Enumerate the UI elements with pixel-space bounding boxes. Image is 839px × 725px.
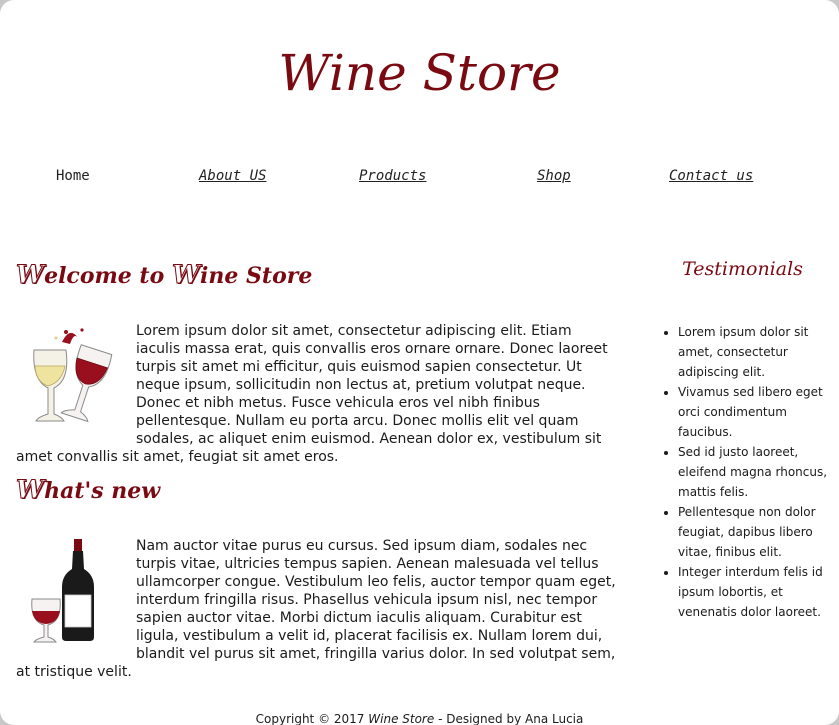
whats-new-heading: What's new: [15, 475, 161, 505]
wine-bottle-icon: [31, 539, 94, 643]
site-title: Wine Store: [278, 44, 561, 102]
nav-about-link[interactable]: About US: [199, 168, 266, 184]
testimonial-item: Vivamus sed libero eget orci condimentum…: [678, 382, 839, 442]
main-nav: Home About US Products Shop Contact us: [0, 168, 839, 192]
testimonial-item: Pellentesque non dolor feugiat, dapibus …: [678, 502, 839, 562]
whats-new-heading-rest: hat's new: [44, 478, 161, 504]
whats-new-heading-cap: W: [15, 475, 45, 505]
welcome-heading-end: ine Store: [200, 263, 313, 289]
nav-home-link[interactable]: Home: [56, 168, 90, 184]
welcome-section: Lorem ipsum dolor sit amet, consectetur …: [16, 322, 616, 466]
footer: Copyright © 2017 Wine Store - Designed b…: [0, 712, 839, 725]
nav-products-link[interactable]: Products: [359, 168, 426, 184]
wine-glasses-icon: [33, 328, 113, 423]
welcome-heading-cap-2: W: [171, 260, 201, 290]
welcome-heading-mid: elcome to: [44, 263, 172, 289]
testimonial-item: Lorem ipsum dolor sit amet, consectetur …: [678, 322, 839, 382]
testimonial-item: Sed id justo laoreet, eleifend magna rho…: [678, 442, 839, 502]
footer-designer: - Designed by Ana Lucia: [438, 712, 584, 725]
testimonials-title: Testimonials: [682, 258, 803, 280]
page: Wine Store Home About US Products Shop C…: [0, 0, 839, 725]
testimonials-list: Lorem ipsum dolor sit amet, consectetur …: [650, 322, 839, 622]
welcome-heading-cap-1: W: [15, 260, 45, 290]
whats-new-section: Nam auctor vitae purus eu cursus. Sed ip…: [16, 537, 616, 681]
welcome-heading: Welcome to Wine Store: [15, 260, 313, 290]
nav-shop-link[interactable]: Shop: [537, 168, 571, 184]
footer-copyright: Copyright © 2017: [255, 712, 365, 725]
testimonials-sidebar: Testimonials Lorem ipsum dolor sit amet,…: [650, 258, 839, 622]
nav-contact-link[interactable]: Contact us: [669, 168, 753, 184]
footer-brand: Wine Store: [368, 712, 435, 725]
testimonial-item: Integer interdum felis id ipsum lobortis…: [678, 562, 839, 622]
